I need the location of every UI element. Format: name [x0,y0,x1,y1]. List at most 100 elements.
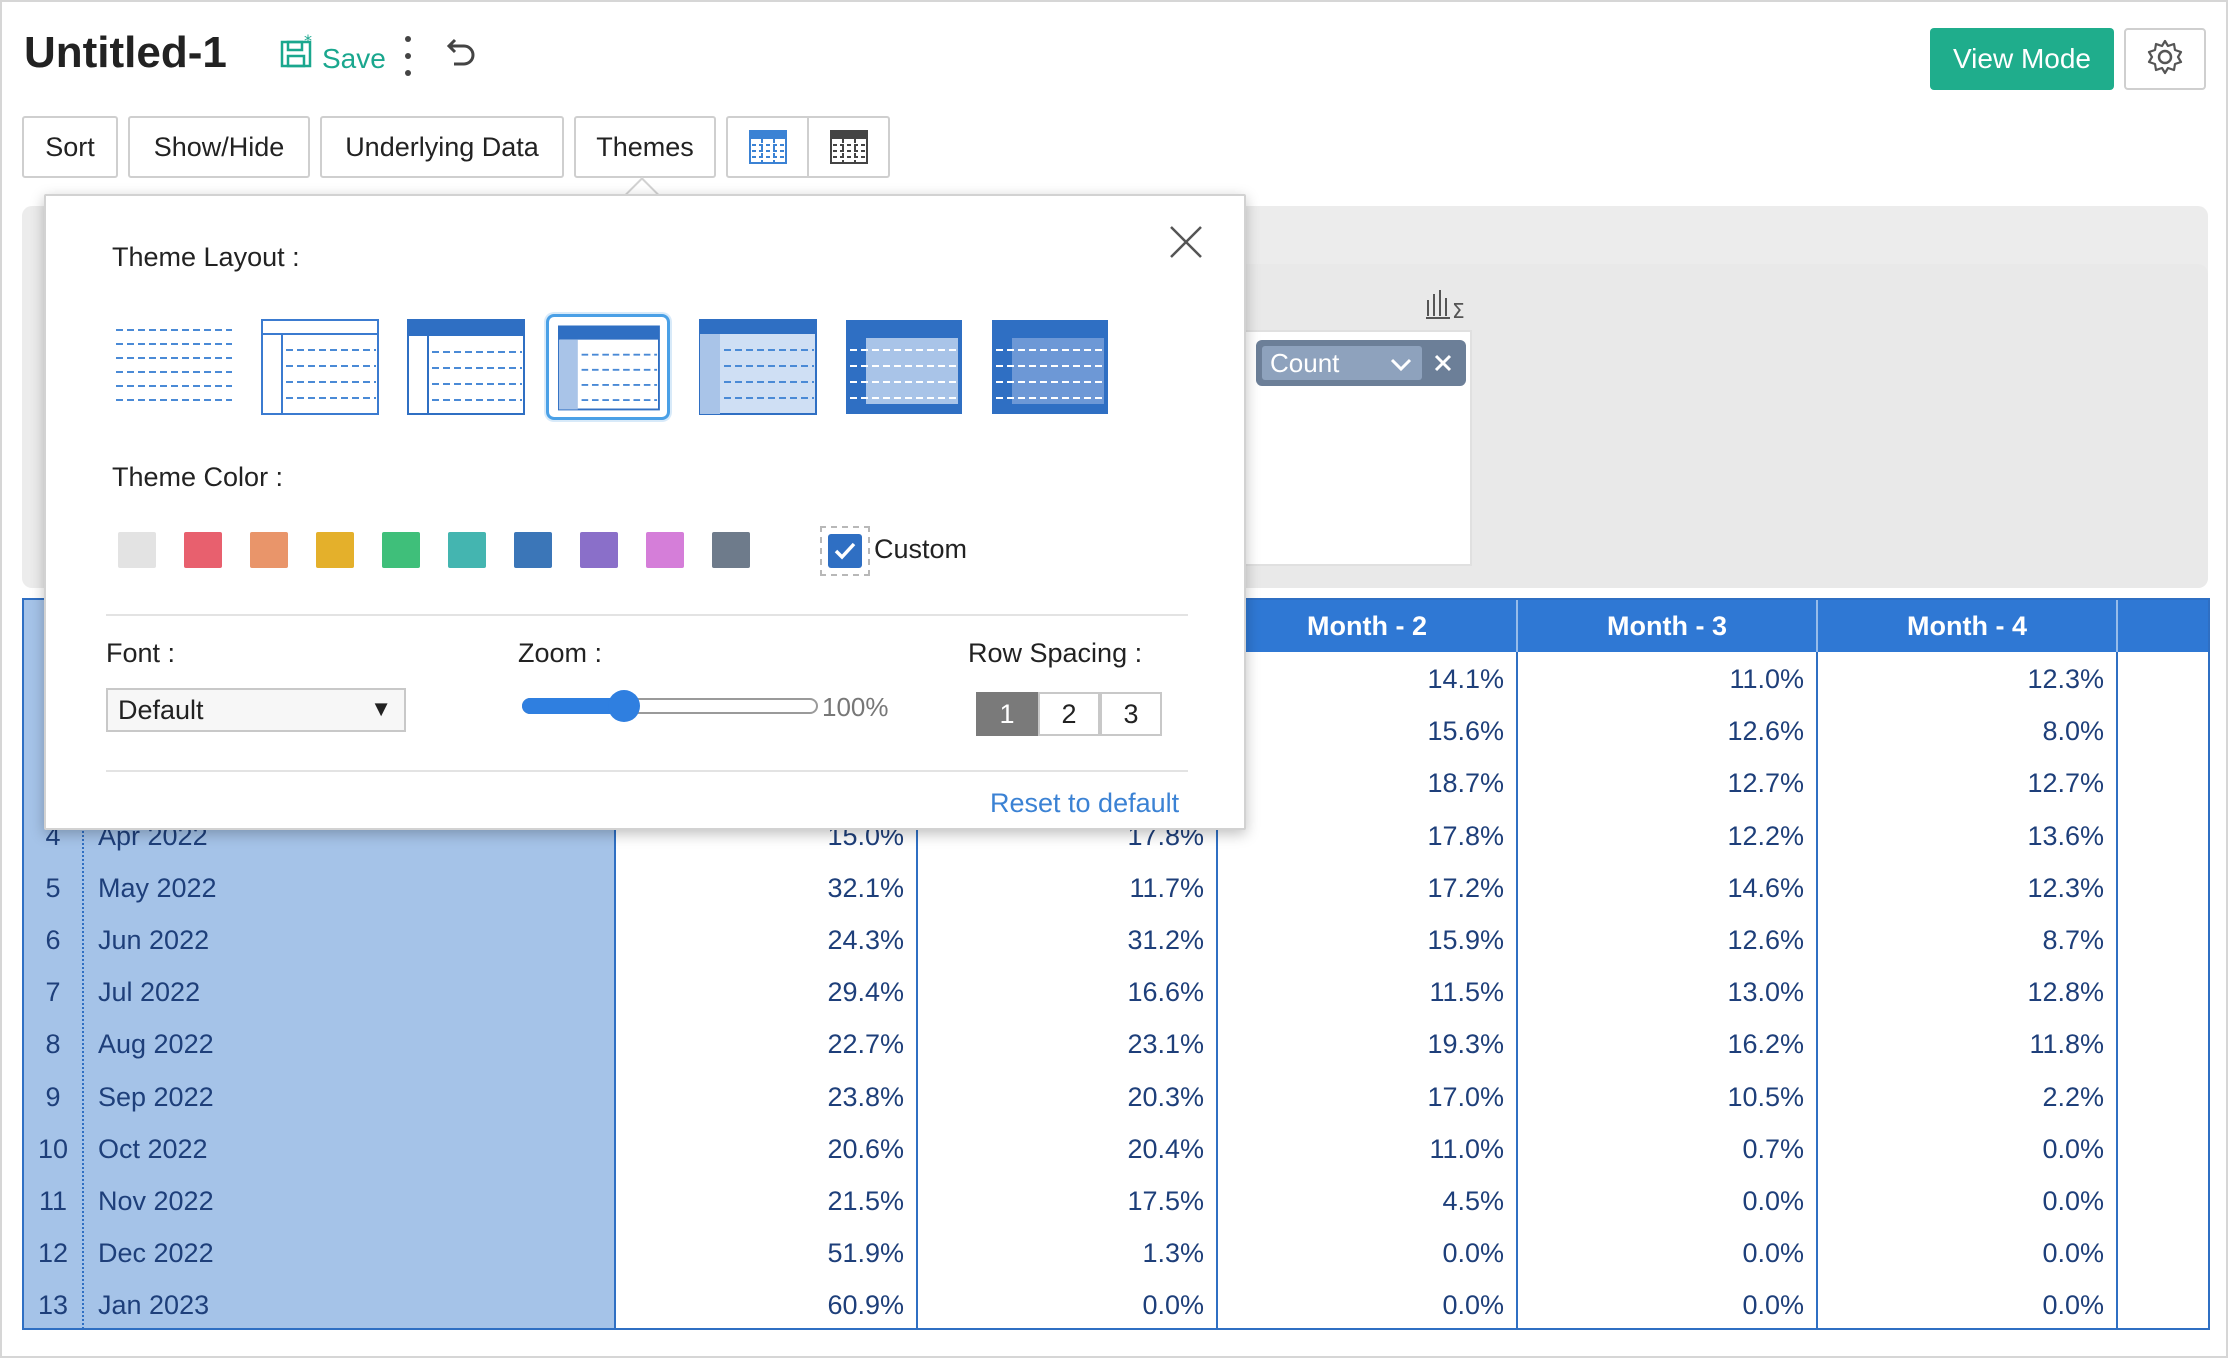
view-mode-button[interactable]: View Mode [1930,28,2114,90]
row-month[interactable]: Nov 2022 [98,1186,214,1217]
table-cell[interactable]: 32.1% [827,873,904,904]
layout-option-1[interactable] [112,314,236,420]
theme-color-swatch[interactable] [316,532,354,568]
themes-button[interactable]: Themes [574,116,716,178]
table-cell[interactable]: 12.2% [1727,821,1804,852]
column-header[interactable] [2116,600,2208,652]
row-month[interactable]: Dec 2022 [98,1238,214,1269]
table-cell[interactable]: 17.5% [1127,1186,1204,1217]
table-cell[interactable]: 12.3% [2027,873,2104,904]
table-cell[interactable]: 15.6% [1427,716,1504,747]
table-cell[interactable]: 11.8% [2029,1029,2104,1060]
custom-color-checkbox[interactable] [820,526,870,576]
table-cell[interactable]: 13.0% [1727,977,1804,1008]
settings-button[interactable] [2124,28,2206,90]
table-cell[interactable]: 15.9% [1427,925,1504,956]
theme-color-swatch[interactable] [580,532,618,568]
chevron-down-icon[interactable] [1390,348,1412,379]
table-cell[interactable]: 20.4% [1127,1134,1204,1165]
close-icon[interactable] [1168,224,1208,264]
table-cell[interactable]: 20.6% [827,1134,904,1165]
layout-option-6[interactable] [842,314,966,420]
table-cell[interactable]: 11.0% [1729,664,1804,695]
table-cell[interactable]: 17.2% [1427,873,1504,904]
table-cell[interactable]: 24.3% [827,925,904,956]
row-spacing-option-2[interactable]: 2 [1038,692,1100,736]
table-cell[interactable]: 8.7% [2042,925,2104,956]
theme-color-swatch[interactable] [514,532,552,568]
table-cell[interactable]: 14.6% [1727,873,1804,904]
table-cell[interactable]: 4.5% [1442,1186,1504,1217]
reset-to-default-link[interactable]: Reset to default [990,788,1179,819]
table-cell[interactable]: 51.9% [827,1238,904,1269]
save-button[interactable]: * Save [280,31,386,75]
layout-option-4[interactable] [546,314,670,420]
sort-button[interactable]: Sort [22,116,118,178]
table-cell[interactable]: 16.2% [1727,1029,1804,1060]
row-month[interactable]: Oct 2022 [98,1134,208,1165]
layout-option-2[interactable] [258,314,382,420]
theme-color-swatch[interactable] [646,532,684,568]
table-cell[interactable]: 11.7% [1129,873,1204,904]
row-month[interactable]: Sep 2022 [98,1082,214,1113]
table-cell[interactable]: 29.4% [827,977,904,1008]
table-cell[interactable]: 31.2% [1127,925,1204,956]
table-cell[interactable]: 0.0% [2042,1134,2104,1165]
theme-color-swatch[interactable] [448,532,486,568]
table-cell[interactable]: 8.0% [2042,716,2104,747]
more-options-icon[interactable] [396,36,420,76]
table-cell[interactable]: 0.0% [1742,1186,1804,1217]
table-cell[interactable]: 1.3% [1142,1238,1204,1269]
font-select[interactable]: Default ▼ [106,688,406,732]
table-view-icon[interactable] [807,118,888,176]
table-cell[interactable]: 12.7% [2027,768,2104,799]
table-cell[interactable]: 12.3% [2027,664,2104,695]
table-cell[interactable]: 17.8% [1427,821,1504,852]
theme-color-swatch[interactable] [184,532,222,568]
row-month[interactable]: May 2022 [98,873,217,904]
column-header[interactable]: Month - 4 [1816,600,2116,652]
table-cell[interactable]: 11.5% [1429,977,1504,1008]
column-header[interactable]: Month - 3 [1516,600,1816,652]
table-cell[interactable]: 0.0% [1442,1290,1504,1321]
theme-color-swatch[interactable] [250,532,288,568]
row-month[interactable]: Aug 2022 [98,1029,214,1060]
show-hide-button[interactable]: Show/Hide [128,116,310,178]
table-cell[interactable]: 18.7% [1427,768,1504,799]
table-cell[interactable]: 12.6% [1727,925,1804,956]
theme-color-swatch[interactable] [118,532,156,568]
row-month[interactable]: Jun 2022 [98,925,209,956]
table-cell[interactable]: 17.0% [1427,1082,1504,1113]
theme-color-swatch[interactable] [712,532,750,568]
table-cell[interactable]: 0.0% [2042,1290,2104,1321]
column-header[interactable]: Month - 2 [1216,600,1516,652]
table-cell[interactable]: 19.3% [1427,1029,1504,1060]
table-cell[interactable]: 13.6% [2027,821,2104,852]
undo-icon[interactable] [442,36,482,76]
table-cell[interactable]: 12.7% [1727,768,1804,799]
table-cell[interactable]: 23.8% [827,1082,904,1113]
table-cell[interactable]: 0.7% [1742,1134,1804,1165]
table-cell[interactable]: 23.1% [1127,1029,1204,1060]
row-spacing-option-1[interactable]: 1 [976,692,1038,736]
table-cell[interactable]: 0.0% [1442,1238,1504,1269]
table-cell[interactable]: 12.8% [2027,977,2104,1008]
underlying-data-button[interactable]: Underlying Data [320,116,564,178]
table-cell[interactable]: 60.9% [827,1290,904,1321]
zoom-slider-handle[interactable] [608,690,640,722]
table-cell[interactable]: 10.5% [1727,1082,1804,1113]
row-spacing-option-3[interactable]: 3 [1100,692,1162,736]
grid-view-icon[interactable] [728,118,807,176]
table-cell[interactable]: 12.6% [1727,716,1804,747]
table-cell[interactable]: 0.0% [1142,1290,1204,1321]
layout-option-5[interactable] [696,314,820,420]
table-cell[interactable]: 16.6% [1127,977,1204,1008]
table-cell[interactable]: 21.5% [827,1186,904,1217]
table-cell[interactable]: 20.3% [1127,1082,1204,1113]
table-cell[interactable]: 0.0% [2042,1238,2104,1269]
table-cell[interactable]: 0.0% [1742,1290,1804,1321]
table-cell[interactable]: 0.0% [1742,1238,1804,1269]
layout-option-3[interactable] [404,314,528,420]
row-month[interactable]: Jul 2022 [98,977,200,1008]
theme-color-swatch[interactable] [382,532,420,568]
